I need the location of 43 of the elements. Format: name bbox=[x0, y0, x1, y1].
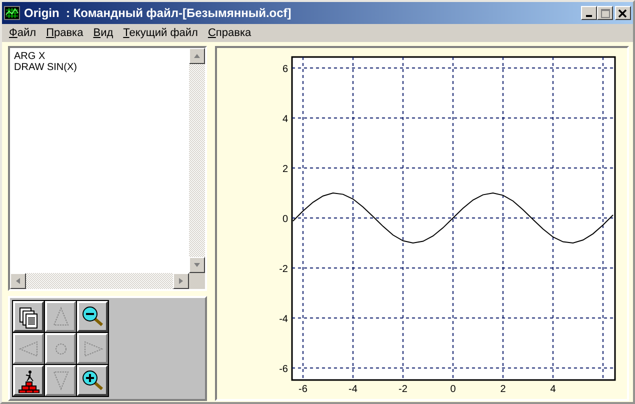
tick-label: -6 bbox=[298, 384, 308, 395]
scrollbar-corner bbox=[189, 273, 205, 289]
close-button[interactable] bbox=[615, 6, 631, 20]
tick-label: 0 bbox=[282, 214, 288, 225]
tick-label: -6 bbox=[279, 364, 288, 375]
scroll-up-button[interactable] bbox=[189, 48, 205, 64]
tick-label: 0 bbox=[450, 384, 456, 395]
tick-label: -2 bbox=[279, 264, 288, 275]
maximize-button[interactable] bbox=[597, 6, 613, 20]
tick-label: 2 bbox=[282, 164, 288, 175]
arrow-left-icon bbox=[14, 277, 22, 285]
zoom-in-button[interactable] bbox=[77, 365, 108, 396]
vertical-scrollbar[interactable] bbox=[189, 48, 205, 273]
tick-label: 2 bbox=[500, 384, 506, 395]
tick-label: 4 bbox=[282, 114, 288, 125]
tick-label: -4 bbox=[279, 314, 288, 325]
close-icon bbox=[617, 8, 629, 18]
menu-item[interactable]: Файл bbox=[4, 27, 42, 39]
maximize-icon bbox=[599, 8, 611, 18]
tick-label: -4 bbox=[348, 384, 358, 395]
tick-label: 6 bbox=[282, 64, 288, 75]
scroll-right-button[interactable] bbox=[173, 273, 189, 289]
app-icon bbox=[4, 6, 20, 20]
minimize-icon bbox=[586, 15, 592, 17]
scroll-down-button[interactable] bbox=[189, 257, 205, 273]
tick-label: -2 bbox=[398, 384, 408, 395]
menu-item[interactable]: Правка bbox=[41, 27, 88, 39]
zoom-out-button[interactable] bbox=[77, 301, 108, 332]
zoom-out-icon bbox=[80, 304, 104, 328]
menu-item[interactable]: Текущий файл bbox=[118, 27, 203, 39]
pages-icon bbox=[16, 304, 40, 328]
window-title: Origin : Командный файл-[Безымянный.ocf] bbox=[24, 6, 292, 20]
arrow-right-icon bbox=[177, 277, 185, 285]
horizontal-scrollbar[interactable] bbox=[10, 273, 189, 289]
minimize-button[interactable] bbox=[581, 6, 597, 20]
tick-label: 4 bbox=[550, 384, 556, 395]
zoom-in-icon bbox=[80, 368, 104, 392]
arrow-down-icon bbox=[193, 261, 201, 269]
menu-item[interactable]: Вид bbox=[88, 27, 118, 39]
menu-item[interactable]: Справка bbox=[202, 27, 256, 39]
pages-button[interactable] bbox=[13, 301, 44, 332]
arrow-up-icon bbox=[193, 52, 201, 60]
scroll-left-button[interactable] bbox=[10, 273, 26, 289]
